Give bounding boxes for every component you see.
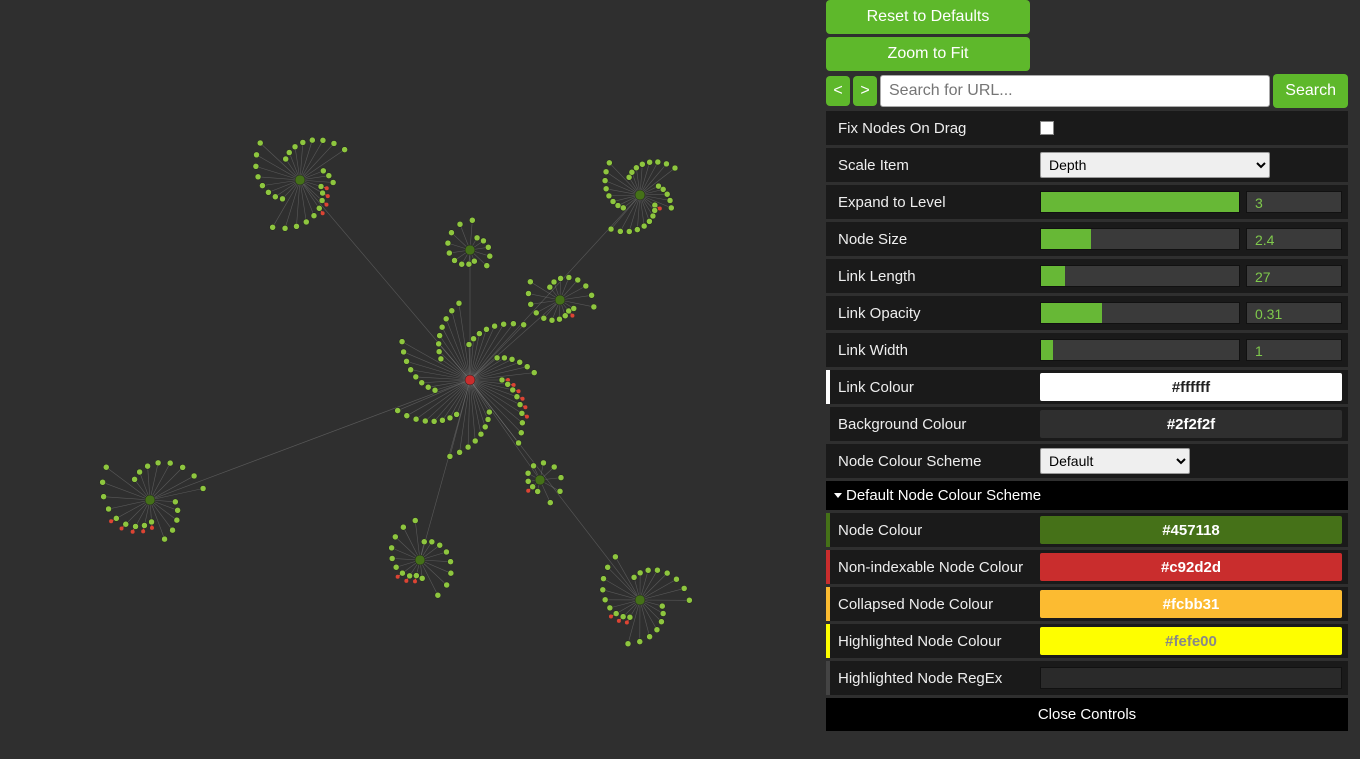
next-button[interactable]: > — [853, 76, 877, 106]
search-input[interactable] — [880, 75, 1270, 107]
control-panel: Reset to Defaults Zoom to Fit < > Search… — [826, 0, 1348, 731]
highlighted-colour-row: Highlighted Node Colour #fefe00 — [826, 624, 1348, 658]
zoom-fit-button[interactable]: Zoom to Fit — [826, 37, 1030, 71]
search-button[interactable]: Search — [1273, 74, 1348, 108]
highlighted-regex-row: Highlighted Node RegEx — [826, 661, 1348, 695]
expand-level-value[interactable]: 3 — [1246, 191, 1342, 213]
collapsed-colour-row: Collapsed Node Colour #fcbb31 — [826, 587, 1348, 621]
node-colour-swatch[interactable]: #457118 — [1040, 516, 1342, 544]
prev-button[interactable]: < — [826, 76, 850, 106]
scale-item-row: Scale Item Depth — [826, 148, 1348, 182]
fix-nodes-label: Fix Nodes On Drag — [830, 114, 1040, 143]
link-width-value[interactable]: 1 — [1246, 339, 1342, 361]
fix-nodes-checkbox[interactable] — [1040, 121, 1054, 135]
scheme-accordion-header[interactable]: Default Node Colour Scheme — [826, 481, 1348, 510]
node-size-value[interactable]: 2.4 — [1246, 228, 1342, 250]
link-colour-row: Link Colour #ffffff — [826, 370, 1348, 404]
highlighted-regex-input[interactable] — [1040, 667, 1342, 689]
link-length-slider[interactable] — [1040, 265, 1240, 287]
graph-canvas[interactable] — [0, 0, 826, 759]
node-colour-row: Node Colour #457118 — [826, 513, 1348, 547]
node-size-slider[interactable] — [1040, 228, 1240, 250]
node-colour-scheme-row: Node Colour Scheme Default — [826, 444, 1348, 478]
link-width-slider[interactable] — [1040, 339, 1240, 361]
link-opacity-row: Link Opacity 0.31 — [826, 296, 1348, 330]
search-row: < > Search — [826, 74, 1348, 108]
nonindex-colour-row: Non-indexable Node Colour #c92d2d — [826, 550, 1348, 584]
collapsed-colour-swatch[interactable]: #fcbb31 — [1040, 590, 1342, 618]
node-colour-scheme-select[interactable]: Default — [1040, 448, 1190, 474]
expand-level-slider[interactable] — [1040, 191, 1240, 213]
link-length-row: Link Length 27 — [826, 259, 1348, 293]
link-opacity-slider[interactable] — [1040, 302, 1240, 324]
bg-colour-row: Background Colour #2f2f2f — [826, 407, 1348, 441]
fix-nodes-row: Fix Nodes On Drag — [826, 111, 1348, 145]
highlighted-colour-swatch[interactable]: #fefe00 — [1040, 627, 1342, 655]
bg-colour-swatch[interactable]: #2f2f2f — [1040, 410, 1342, 438]
node-size-row: Node Size 2.4 — [826, 222, 1348, 256]
link-colour-swatch[interactable]: #ffffff — [1040, 373, 1342, 401]
link-opacity-value[interactable]: 0.31 — [1246, 302, 1342, 324]
link-length-value[interactable]: 27 — [1246, 265, 1342, 287]
expand-level-row: Expand to Level 3 — [826, 185, 1348, 219]
nonindex-colour-swatch[interactable]: #c92d2d — [1040, 553, 1342, 581]
link-width-row: Link Width 1 — [826, 333, 1348, 367]
reset-button[interactable]: Reset to Defaults — [826, 0, 1030, 34]
scale-item-label: Scale Item — [830, 151, 1040, 180]
close-controls-button[interactable]: Close Controls — [826, 698, 1348, 731]
caret-down-icon — [834, 493, 842, 498]
scale-item-select[interactable]: Depth — [1040, 152, 1270, 178]
